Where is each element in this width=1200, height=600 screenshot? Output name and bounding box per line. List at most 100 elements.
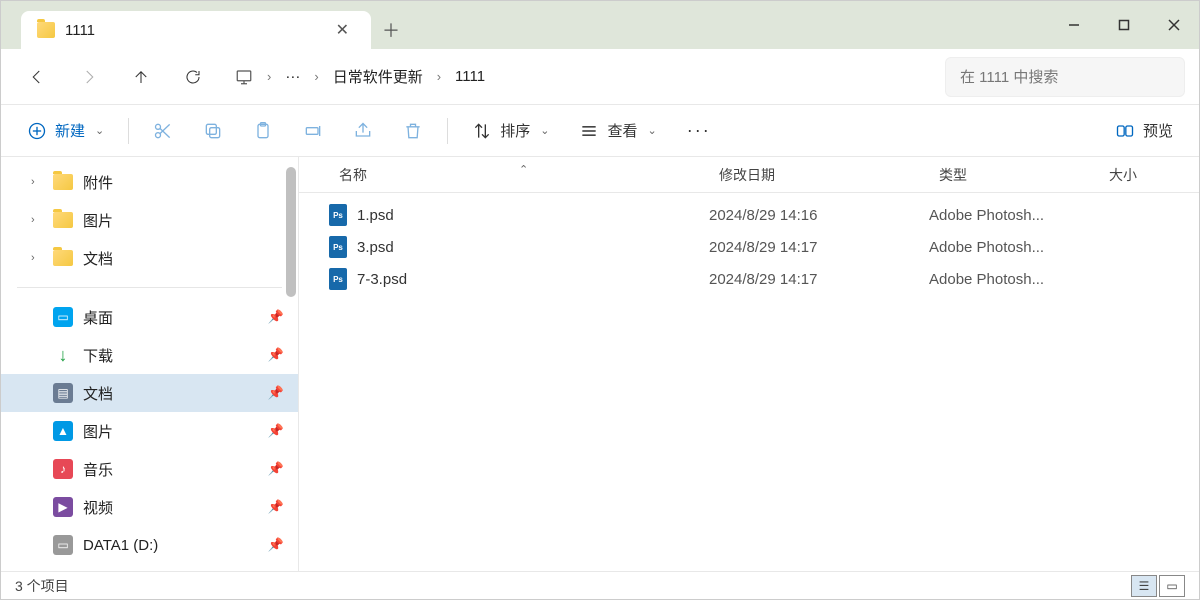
file-row[interactable]: 7-3.psd2024/8/29 14:17Adobe Photosh... bbox=[299, 263, 1199, 295]
docs-icon: ▤ bbox=[53, 383, 73, 403]
file-date: 2024/8/29 14:17 bbox=[709, 271, 929, 288]
folder-icon bbox=[37, 22, 55, 38]
sidebar-item-label: 音乐 bbox=[83, 459, 113, 480]
pics-icon: ▲ bbox=[53, 421, 73, 441]
rename-button[interactable] bbox=[291, 113, 335, 149]
psd-file-icon bbox=[329, 268, 347, 290]
file-pane: ⌃ 名称 修改日期 类型 大小 1.psd2024/8/29 14:16Adob… bbox=[299, 157, 1199, 571]
sidebar-item-label: 图片 bbox=[83, 421, 113, 442]
chevron-right-icon: › bbox=[310, 69, 322, 84]
more-button[interactable]: ··· bbox=[675, 113, 723, 149]
sidebar-item-label: DATA1 (D:) bbox=[83, 537, 158, 554]
new-button[interactable]: 新建 ⌄ bbox=[15, 113, 116, 149]
clipboard-icon bbox=[253, 121, 273, 141]
preview-button[interactable]: 预览 bbox=[1103, 113, 1185, 149]
titlebar: 1111 ✕ ＋ bbox=[1, 1, 1199, 49]
monitor-icon bbox=[235, 68, 253, 86]
status-count: 3 个项目 bbox=[15, 576, 69, 596]
main-area: ›附件 ›图片 ›文档 ▭桌面📌↓下载📌▤文档📌▲图片📌♪音乐📌▶视频📌▭DAT… bbox=[1, 157, 1199, 571]
new-button-label: 新建 bbox=[55, 120, 85, 141]
forward-button[interactable] bbox=[67, 57, 111, 97]
sidebar-item-label: 桌面 bbox=[83, 307, 113, 328]
download-icon: ↓ bbox=[53, 345, 73, 365]
maximize-button[interactable] bbox=[1099, 1, 1149, 49]
tab-title: 1111 bbox=[65, 22, 318, 39]
tree-item-attachments[interactable]: › 附件 bbox=[1, 163, 298, 201]
file-row[interactable]: 1.psd 2024/8/29 14:16Adobe Photosh... bbox=[299, 199, 1199, 231]
sidebar-item-video[interactable]: ▶ 视频 📌 bbox=[1, 488, 298, 526]
sidebar-item-desktop[interactable]: ▭桌面📌 bbox=[1, 298, 298, 336]
file-date: 2024/8/29 14:17 bbox=[709, 239, 929, 256]
pin-icon: 📌 bbox=[268, 499, 284, 515]
sidebar-item-music[interactable]: ♪ 音乐 📌 bbox=[1, 450, 298, 488]
tree-item-pictures[interactable]: ›图片 bbox=[1, 201, 298, 239]
search-input[interactable]: 在 1111 中搜索 bbox=[945, 57, 1185, 97]
trash-icon bbox=[403, 121, 423, 141]
breadcrumb-parent[interactable]: 日常软件更新 bbox=[333, 66, 423, 87]
up-button[interactable] bbox=[119, 57, 163, 97]
minimize-button[interactable] bbox=[1049, 1, 1099, 49]
sidebar-item-pics[interactable]: ▲图片📌 bbox=[1, 412, 298, 450]
file-name: 7-3.psd bbox=[357, 271, 407, 288]
chevron-right-icon: › bbox=[31, 176, 35, 188]
refresh-button[interactable] bbox=[171, 57, 215, 97]
sort-indicator-icon: ⌃ bbox=[519, 163, 528, 176]
file-row[interactable]: 3.psd 2024/8/29 14:17Adobe Photosh... bbox=[299, 231, 1199, 263]
breadcrumb-ellipsis[interactable]: ··· bbox=[285, 68, 300, 85]
paste-button[interactable] bbox=[241, 113, 285, 149]
sidebar-item-drive[interactable]: ▭DATA1 (D:)📌 bbox=[1, 526, 298, 564]
view-button[interactable]: 查看 ⌄ bbox=[567, 113, 668, 149]
cut-button[interactable] bbox=[141, 113, 185, 149]
sort-button-label: 排序 bbox=[500, 120, 530, 141]
column-type[interactable]: 类型 bbox=[939, 165, 1109, 185]
address-bar[interactable]: › ··· › 日常软件更新 › 1111 bbox=[223, 57, 937, 97]
psd-file-icon bbox=[329, 236, 347, 258]
plus-circle-icon bbox=[27, 121, 47, 141]
share-button[interactable] bbox=[341, 113, 385, 149]
icon-view-button[interactable]: ▭ bbox=[1159, 575, 1185, 597]
search-placeholder: 在 1111 中搜索 bbox=[960, 66, 1058, 87]
share-icon bbox=[353, 121, 373, 141]
column-size[interactable]: 大小 bbox=[1109, 165, 1169, 185]
navbar: › ··· › 日常软件更新 › 1111 在 1111 中搜索 bbox=[1, 49, 1199, 105]
column-date[interactable]: 修改日期 bbox=[719, 165, 939, 185]
new-tab-button[interactable]: ＋ bbox=[371, 11, 411, 49]
tree-item-label: 附件 bbox=[83, 172, 113, 193]
file-name: 1.psd bbox=[357, 207, 394, 224]
tab-current[interactable]: 1111 ✕ bbox=[21, 11, 371, 49]
sidebar-item-label: 视频 bbox=[83, 497, 113, 518]
pin-icon: 📌 bbox=[268, 347, 284, 363]
folder-icon bbox=[53, 250, 73, 266]
chevron-right-icon: › bbox=[31, 252, 35, 264]
delete-button[interactable] bbox=[391, 113, 435, 149]
close-tab-icon[interactable]: ✕ bbox=[328, 16, 357, 44]
tree-item-label: 文档 bbox=[83, 248, 113, 269]
breadcrumb-current[interactable]: 1111 bbox=[455, 68, 485, 85]
preview-button-label: 预览 bbox=[1143, 120, 1173, 141]
copy-button[interactable] bbox=[191, 113, 235, 149]
back-button[interactable] bbox=[15, 57, 59, 97]
file-list: 1.psd2024/8/29 14:16Adobe Photosh...3.ps… bbox=[299, 193, 1199, 571]
file-name: 3.psd bbox=[357, 239, 394, 256]
sort-button[interactable]: 排序 ⌄ bbox=[460, 113, 561, 149]
video-icon: ▶ bbox=[53, 497, 73, 517]
scissors-icon bbox=[153, 121, 173, 141]
tree-item-documents[interactable]: › 文档 bbox=[1, 239, 298, 277]
file-type: Adobe Photosh... bbox=[929, 239, 1109, 256]
sidebar-item-download[interactable]: ↓下载📌 bbox=[1, 336, 298, 374]
view-button-label: 查看 bbox=[607, 120, 637, 141]
pin-icon: 📌 bbox=[268, 461, 284, 477]
view-toggles: ☰ ▭ bbox=[1131, 575, 1185, 597]
sidebar: ›附件 ›图片 ›文档 ▭桌面📌↓下载📌▤文档📌▲图片📌♪音乐📌▶视频📌▭DAT… bbox=[1, 157, 299, 571]
music-icon: ♪ bbox=[53, 459, 73, 479]
sidebar-item-docs[interactable]: ▤文档📌 bbox=[1, 374, 298, 412]
chevron-down-icon: ⌄ bbox=[95, 124, 104, 137]
rename-icon bbox=[303, 121, 323, 141]
file-type: Adobe Photosh... bbox=[929, 207, 1109, 224]
file-date: 2024/8/29 14:16 bbox=[709, 207, 929, 224]
details-view-button[interactable]: ☰ bbox=[1131, 575, 1157, 597]
desktop-icon: ▭ bbox=[53, 307, 73, 327]
tree-item-label: 图片 bbox=[83, 210, 113, 231]
chevron-right-icon: › bbox=[263, 69, 275, 84]
close-window-button[interactable] bbox=[1149, 1, 1199, 49]
